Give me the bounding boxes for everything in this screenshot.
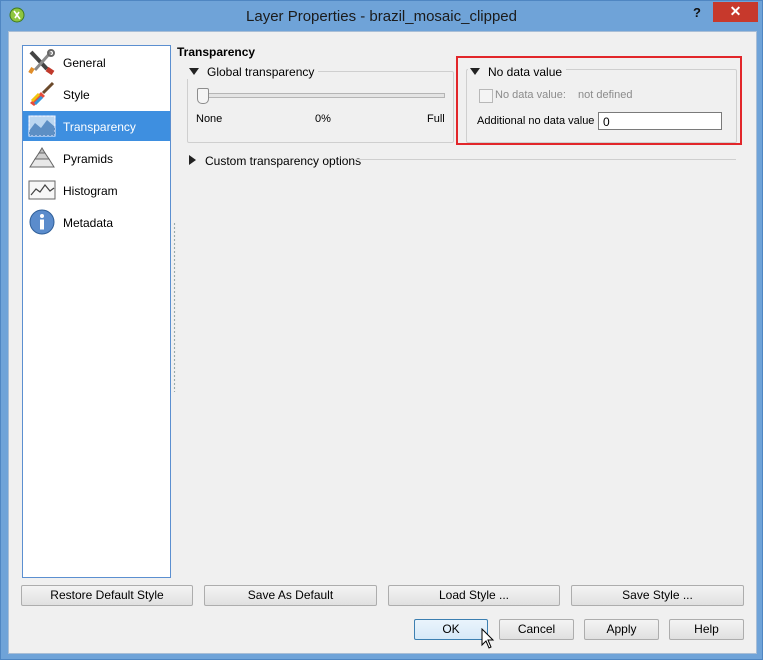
transparency-slider-track[interactable] xyxy=(197,93,445,98)
collapse-triangle-icon xyxy=(189,68,199,75)
apply-button[interactable]: Apply xyxy=(584,619,659,640)
global-transparency-group xyxy=(187,71,454,143)
sidebar-item-label: General xyxy=(63,56,106,70)
custom-transparency-header[interactable]: Custom transparency options xyxy=(187,154,366,168)
slider-max-label: Full xyxy=(427,113,445,125)
sidebar-item-transparency[interactable]: Transparency xyxy=(23,111,170,141)
dialog-body: General Style Transparency Pyramids Hist… xyxy=(8,31,757,654)
slider-min-label: None xyxy=(196,113,223,125)
global-transparency-header[interactable]: Global transparency xyxy=(187,65,319,79)
transparency-slider-handle[interactable] xyxy=(197,88,209,104)
ok-button[interactable]: OK xyxy=(414,619,488,640)
sidebar-item-label: Metadata xyxy=(63,216,114,230)
sidebar-item-histogram[interactable]: Histogram xyxy=(23,175,170,205)
sidebar-item-general[interactable]: General xyxy=(23,47,170,77)
mouse-pointer-icon xyxy=(481,628,495,649)
context-help-button[interactable]: ? xyxy=(687,4,707,24)
slider-value-label: 0% xyxy=(315,113,331,125)
expand-triangle-icon xyxy=(189,155,196,165)
sidebar-item-label: Pyramids xyxy=(63,152,114,166)
pyramids-icon xyxy=(29,147,55,168)
annotation-highlight-box xyxy=(456,56,742,145)
info-icon xyxy=(29,209,55,235)
sidebar-item-pyramids[interactable]: Pyramids xyxy=(23,143,170,173)
sidebar-item-style[interactable]: Style xyxy=(23,79,170,109)
cancel-button[interactable]: Cancel xyxy=(499,619,574,640)
splitter-handle[interactable] xyxy=(173,222,176,392)
tools-icon xyxy=(28,49,55,75)
transparency-icon xyxy=(28,115,56,137)
save-style-button[interactable]: Save Style ... xyxy=(571,585,744,606)
sidebar-item-label: Histogram xyxy=(63,184,118,198)
custom-transparency-divider xyxy=(356,159,736,160)
sidebar-item-label: Style xyxy=(63,88,90,102)
paintbrush-icon xyxy=(30,81,55,106)
close-window-button[interactable]: ✕ xyxy=(713,2,758,22)
save-as-default-button[interactable]: Save As Default xyxy=(204,585,377,606)
restore-default-style-button[interactable]: Restore Default Style xyxy=(21,585,193,606)
sidebar-item-label: Transparency xyxy=(63,120,136,134)
window-title: Layer Properties - brazil_mosaic_clipped xyxy=(246,8,517,25)
sidebar-item-metadata[interactable]: Metadata xyxy=(23,207,170,237)
load-style-button[interactable]: Load Style ... xyxy=(388,585,560,606)
title-bar[interactable]: Layer Properties - brazil_mosaic_clipped… xyxy=(1,1,762,31)
help-button[interactable]: Help xyxy=(669,619,744,640)
histogram-icon xyxy=(28,180,56,200)
properties-sidebar: General Style Transparency Pyramids Hist… xyxy=(22,45,171,578)
page-title: Transparency xyxy=(177,45,256,59)
layer-properties-window: Layer Properties - brazil_mosaic_clipped… xyxy=(0,0,763,660)
